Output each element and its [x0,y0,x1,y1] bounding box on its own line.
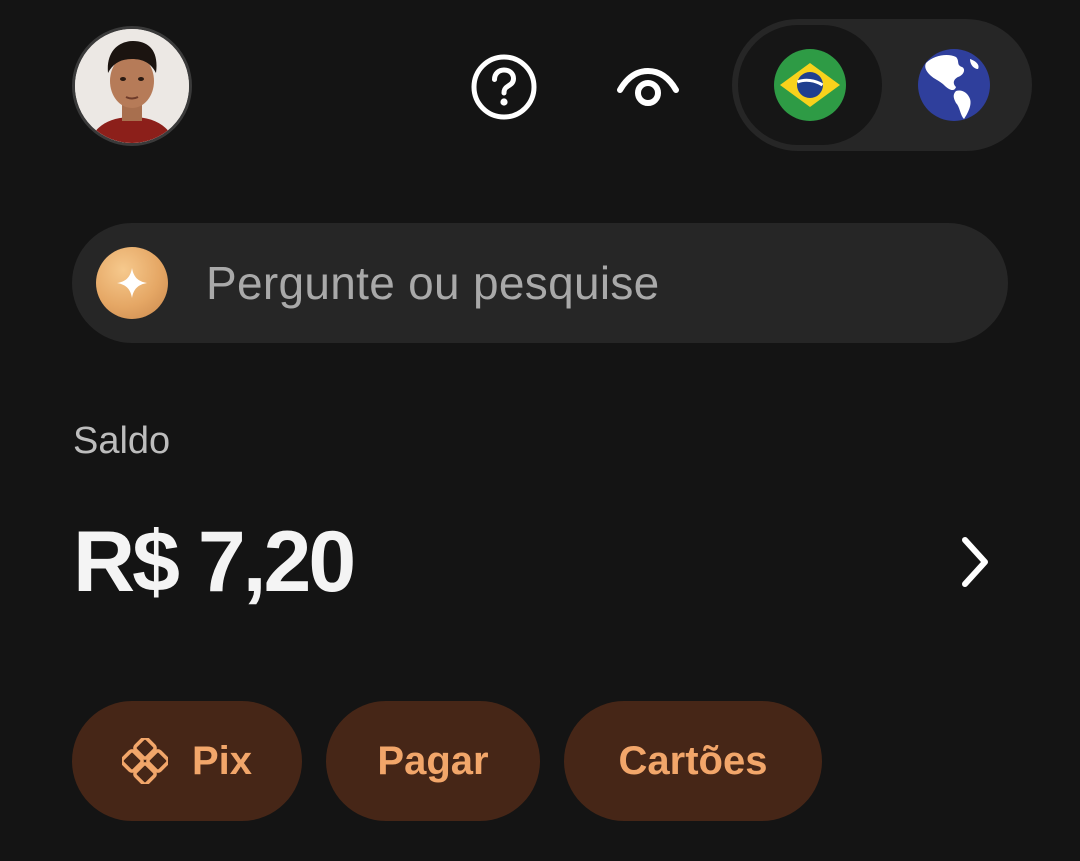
region-option-brazil[interactable] [738,25,882,145]
question-circle-icon [471,54,537,120]
region-toggle[interactable] [732,19,1032,151]
avatar[interactable] [72,26,192,146]
search-placeholder: Pergunte ou pesquise [206,257,660,309]
balance-amount: R$ 7,20 [73,514,356,610]
chevron-right-icon [962,537,988,587]
eye-icon [617,67,679,106]
pix-icon [121,738,168,784]
toggle-visibility-button[interactable] [608,47,688,127]
help-button[interactable] [464,47,544,127]
brazil-flag-icon [774,49,846,121]
globe-icon [918,49,990,121]
pay-label: Pagar [377,738,489,783]
pay-button[interactable]: Pagar [326,701,540,821]
pix-label: Pix [191,738,253,783]
avatar-photo [75,29,189,143]
sparkle-icon [96,247,168,319]
cards-label: Cartões [618,738,768,783]
balance-details-button[interactable] [940,524,1010,600]
balance-label: Saldo [73,420,171,462]
search-bar[interactable]: Pergunte ou pesquise [72,223,1008,343]
pix-button[interactable]: Pix [72,701,302,821]
cards-button[interactable]: Cartões [564,701,822,821]
region-option-global[interactable] [882,25,1026,145]
